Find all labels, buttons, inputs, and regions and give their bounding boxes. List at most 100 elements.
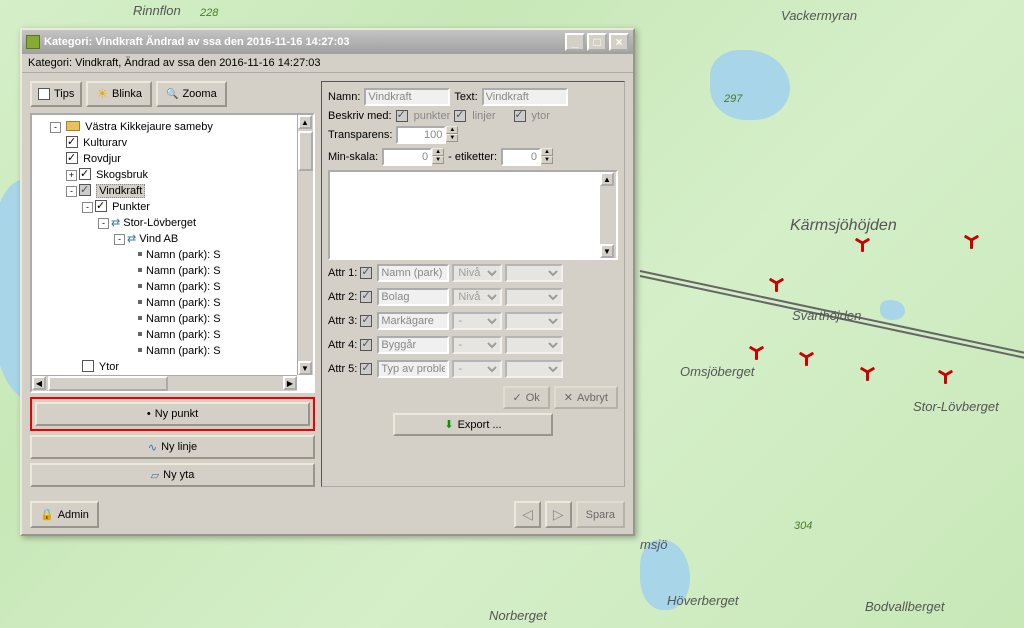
avbryt-button[interactable]: ✕Avbryt	[554, 386, 618, 409]
minskala-spinner[interactable]: ▲▼	[382, 148, 444, 166]
scroll-left-icon[interactable]: ◀	[32, 376, 46, 390]
etiketter-input[interactable]	[501, 148, 541, 166]
ok-button[interactable]: ✓Ok	[503, 386, 550, 409]
scrollbar-vertical[interactable]: ▲ ▼	[600, 172, 616, 258]
tree-leaf[interactable]: Namn (park): S	[130, 311, 311, 327]
tree-leaf[interactable]: Namn (park): S	[130, 279, 311, 295]
scroll-down-icon[interactable]: ▼	[600, 244, 614, 258]
attr-level-select[interactable]: -	[452, 336, 502, 354]
transparens-spinner[interactable]: ▲▼	[396, 126, 458, 144]
tree-leaf[interactable]: Namn (park): S	[130, 343, 311, 359]
spara-button[interactable]: Spara	[576, 501, 625, 528]
sun-icon	[96, 86, 108, 102]
attr-checkbox[interactable]	[360, 291, 372, 303]
expand-icon[interactable]: +	[66, 170, 77, 181]
attr-value-select[interactable]	[505, 360, 563, 378]
attr-level-select[interactable]: Nivå 1	[452, 264, 502, 282]
spin-down-icon[interactable]: ▼	[541, 156, 553, 164]
minskala-input[interactable]	[382, 148, 432, 166]
attr-row-1: Attr 1: Nivå 1	[328, 264, 618, 282]
turbine-icon	[939, 372, 953, 386]
tree-leaf[interactable]: Namn (park): S	[130, 247, 311, 263]
spin-down-icon[interactable]: ▼	[446, 134, 458, 142]
minimize-button[interactable]: _	[565, 33, 585, 51]
tree-node-root[interactable]: - Västra Kikkejaure sameby Kulturarv Rov…	[50, 119, 311, 375]
spin-up-icon[interactable]: ▲	[446, 126, 458, 134]
checkbox[interactable]	[66, 136, 78, 148]
attr-value-select[interactable]	[505, 336, 563, 354]
expand-icon[interactable]: -	[114, 234, 125, 245]
attr-name-input[interactable]	[377, 264, 449, 282]
attr-level-select[interactable]: Nivå 2	[452, 288, 502, 306]
scroll-thumb[interactable]	[48, 376, 168, 391]
punkter-checkbox[interactable]	[396, 110, 408, 122]
attr-value-select[interactable]	[505, 264, 563, 282]
checkbox[interactable]	[82, 360, 94, 372]
attr-name-input[interactable]	[377, 312, 449, 330]
namn-input[interactable]	[364, 88, 450, 106]
spin-up-icon[interactable]: ▲	[432, 148, 444, 156]
text-input[interactable]	[482, 88, 568, 106]
description-textarea[interactable]: ▲ ▼	[328, 170, 618, 260]
checkbox[interactable]	[79, 168, 91, 180]
transparens-input[interactable]	[396, 126, 446, 144]
attr-checkbox[interactable]	[360, 339, 372, 351]
expand-icon[interactable]: -	[66, 186, 77, 197]
checkbox[interactable]	[79, 184, 91, 196]
ytor-checkbox[interactable]	[514, 110, 526, 122]
admin-button[interactable]: Admin	[30, 501, 99, 528]
attr-checkbox[interactable]	[360, 267, 372, 279]
export-button[interactable]: ⬇Export ...	[393, 413, 553, 436]
tree-node[interactable]: -⇄ Vind AB Namn (park): S Namn (park): S…	[114, 231, 311, 359]
tree-view[interactable]: - Västra Kikkejaure sameby Kulturarv Rov…	[30, 113, 315, 393]
tree-node[interactable]: Kulturarv	[66, 135, 311, 151]
etiketter-spinner[interactable]: ▲▼	[501, 148, 553, 166]
scroll-up-icon[interactable]: ▲	[298, 115, 312, 129]
tree-leaf[interactable]: Namn (park): S	[130, 263, 311, 279]
tree-leaf[interactable]: Namn (park): S	[130, 327, 311, 343]
next-button[interactable]: ▷	[545, 501, 572, 528]
spin-up-icon[interactable]: ▲	[541, 148, 553, 156]
ny-yta-button[interactable]: ▱Ny yta	[30, 463, 315, 487]
scrollbar-horizontal[interactable]: ◀ ▶	[32, 375, 297, 391]
attr-level-select[interactable]: -	[452, 312, 502, 330]
ny-linje-button[interactable]: ∿Ny linje	[30, 435, 315, 459]
prev-button[interactable]: ◁	[514, 501, 541, 528]
scroll-right-icon[interactable]: ▶	[283, 376, 297, 390]
ny-punkt-button[interactable]: •Ny punkt	[35, 402, 310, 426]
linjer-checkbox[interactable]	[454, 110, 466, 122]
attr-name-input[interactable]	[377, 288, 449, 306]
blinka-button[interactable]: Blinka	[86, 81, 152, 107]
titlebar[interactable]: Kategori: Vindkraft Ändrad av ssa den 20…	[22, 30, 633, 54]
map-label: Bodvallberget	[865, 599, 945, 614]
scroll-up-icon[interactable]: ▲	[600, 172, 614, 186]
scroll-down-icon[interactable]: ▼	[298, 361, 312, 375]
tree-node[interactable]: Rovdjur	[66, 151, 311, 167]
close-button[interactable]: ×	[609, 33, 629, 51]
attr-level-select[interactable]: -	[452, 360, 502, 378]
tree-node-vindkraft[interactable]: - Vindkraft - Punkter -⇄ Stor-Lövberget	[66, 183, 311, 375]
checkbox[interactable]	[66, 152, 78, 164]
expand-icon[interactable]: -	[98, 218, 109, 229]
turbine-icon	[770, 280, 784, 294]
attr-name-input[interactable]	[377, 360, 449, 378]
tree-node[interactable]: + Skogsbruk	[66, 167, 311, 183]
attr-checkbox[interactable]	[360, 315, 372, 327]
attr-checkbox[interactable]	[360, 363, 372, 375]
tree-node-punkter[interactable]: - Punkter -⇄ Stor-Lövberget -⇄ Vind AB	[82, 199, 311, 359]
scrollbar-vertical[interactable]: ▲ ▼	[297, 115, 313, 375]
tips-toggle[interactable]: Tips	[30, 81, 82, 107]
scroll-thumb[interactable]	[298, 131, 313, 171]
expand-icon[interactable]: -	[82, 202, 93, 213]
zooma-button[interactable]: Zooma	[156, 81, 227, 107]
spin-down-icon[interactable]: ▼	[432, 156, 444, 164]
tree-leaf[interactable]: Namn (park): S	[130, 295, 311, 311]
checkbox[interactable]	[95, 200, 107, 212]
expand-icon[interactable]: -	[50, 122, 61, 133]
attr-value-select[interactable]	[505, 288, 563, 306]
attr-name-input[interactable]	[377, 336, 449, 354]
tree-node[interactable]: -⇄ Stor-Lövberget -⇄ Vind AB Namn (park)…	[98, 215, 311, 359]
tree-node-ytor[interactable]: Ytor	[82, 359, 311, 375]
attr-value-select[interactable]	[505, 312, 563, 330]
maximize-button[interactable]: □	[587, 33, 607, 51]
